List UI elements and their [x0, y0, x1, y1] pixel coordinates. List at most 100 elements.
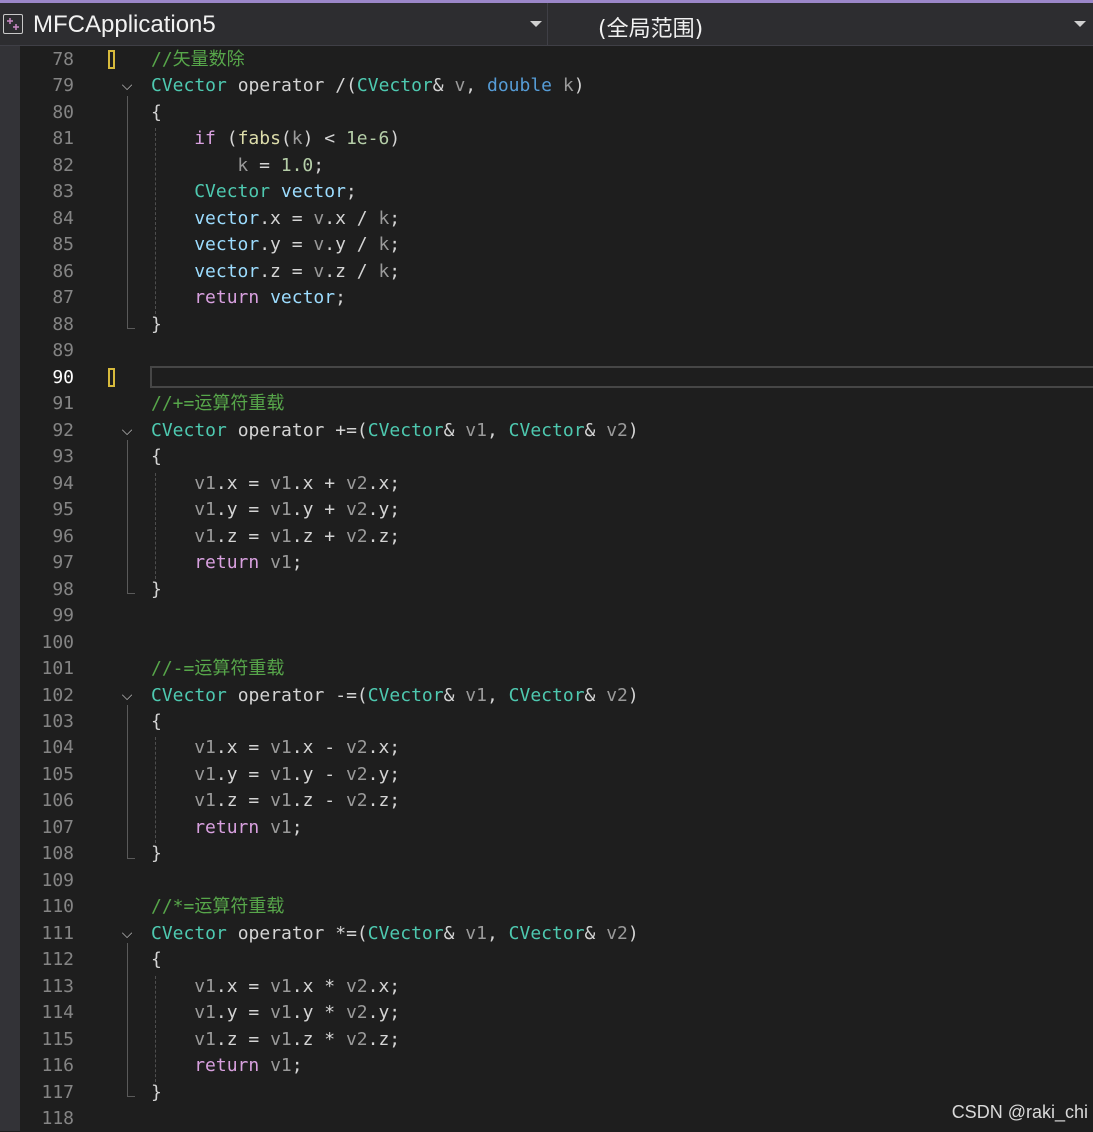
- code-line[interactable]: 96 v1.z = v1.z + v2.z;: [20, 524, 1093, 550]
- code-line[interactable]: 106 v1.z = v1.z - v2.z;: [20, 788, 1093, 814]
- scope-dropdown[interactable]: (全局范围): [558, 3, 1093, 45]
- code-token: v1: [194, 499, 216, 521]
- code-line[interactable]: 115 v1.z = v1.z * v2.z;: [20, 1027, 1093, 1053]
- code-token: .y =: [215, 499, 271, 521]
- line-number: 80: [52, 101, 74, 123]
- code-line[interactable]: 110 //*=运算符重载: [20, 894, 1093, 920]
- code-line[interactable]: 112 {: [20, 947, 1093, 973]
- code-text: //-=运算符重载: [151, 656, 284, 682]
- code-line[interactable]: 104 v1.x = v1.x - v2.x;: [20, 735, 1093, 761]
- code-line[interactable]: 80 {: [20, 100, 1093, 126]
- code-line[interactable]: 108}: [20, 841, 1093, 867]
- line-number: 107: [41, 816, 74, 838]
- code-line[interactable]: 82 k = 1.0;: [20, 153, 1093, 179]
- code-line[interactable]: 83 CVector vector;: [20, 179, 1093, 205]
- code-line[interactable]: 98}: [20, 577, 1093, 603]
- code-line[interactable]: 117}: [20, 1080, 1093, 1106]
- code-token: //*=运算符重载: [151, 896, 285, 918]
- code-token: v1: [270, 552, 292, 574]
- code-line[interactable]: 92 ⌵ CVector operator +=(CVector& v1, CVec…: [20, 418, 1093, 444]
- code-token: CVector: [356, 75, 433, 97]
- chevron-down-icon[interactable]: [530, 21, 542, 27]
- code-token: v1: [270, 499, 292, 521]
- code-token: v1: [270, 1002, 292, 1024]
- code-token: ,: [486, 684, 509, 706]
- code-line[interactable]: 103 {: [20, 709, 1093, 735]
- code-token: .z *: [291, 1028, 346, 1050]
- code-line[interactable]: 113 v1.x = v1.x * v2.x;: [20, 974, 1093, 1000]
- code-line[interactable]: 84 vector.x = v.x / k;: [20, 206, 1093, 232]
- code-line[interactable]: 94 v1.x = v1.x + v2.x;: [20, 471, 1093, 497]
- code-line[interactable]: 79 ⌵ CVector operator /(CVector& v, double…: [20, 73, 1093, 99]
- code-token: .z =: [215, 1028, 271, 1050]
- line-number: 104: [41, 737, 74, 759]
- line-number: 100: [41, 631, 74, 653]
- code-line[interactable]: 85 vector.y = v.y / k;: [20, 232, 1093, 258]
- line-number: 99: [52, 605, 74, 627]
- line-number: 87: [52, 287, 74, 309]
- code-text: {: [151, 100, 162, 126]
- code-line[interactable]: 100: [20, 630, 1093, 656]
- code-token: CVector: [508, 922, 585, 944]
- code-editor[interactable]: 78 //矢量数除 79 ⌵ CVector operator /(CVector& v…: [20, 46, 1093, 1131]
- code-line[interactable]: 95 v1.y = v1.y + v2.y;: [20, 497, 1093, 523]
- line-number: 91: [52, 393, 74, 415]
- code-token: 1e-6: [345, 128, 390, 150]
- code-line[interactable]: 97 return v1;: [20, 550, 1093, 576]
- code-text: v1.x = v1.x + v2.x;: [194, 471, 400, 497]
- code-line[interactable]: 101 //-=运算符重载: [20, 656, 1093, 682]
- code-token: //-=运算符重载: [151, 658, 285, 680]
- code-line[interactable]: 88}: [20, 312, 1093, 338]
- code-line[interactable]: 99: [20, 603, 1093, 629]
- code-token: v1: [465, 922, 487, 944]
- code-token: &: [443, 419, 466, 441]
- code-line[interactable]: 111 ⌵ CVector operator *=(CVector& v1, CVe…: [20, 921, 1093, 947]
- code-line[interactable]: 107 return v1;: [20, 815, 1093, 841]
- code-line[interactable]: 91 //+=运算符重载: [20, 391, 1093, 417]
- chevron-down-icon[interactable]: [1074, 21, 1086, 27]
- code-line[interactable]: 89: [20, 338, 1093, 364]
- code-line[interactable]: 81 if (fabs(k) < 1e-6): [20, 126, 1093, 152]
- code-token: .z =: [215, 790, 271, 812]
- code-token: .y;: [367, 1002, 401, 1024]
- code-line[interactable]: 78 //矢量数除: [20, 47, 1093, 73]
- code-token: CVector: [367, 419, 444, 441]
- code-line[interactable]: 114 v1.y = v1.y * v2.y;: [20, 1000, 1093, 1026]
- indent-guide: [155, 975, 156, 1082]
- code-token: CVector: [508, 419, 585, 441]
- code-line[interactable]: 87 return vector;: [20, 285, 1093, 311]
- code-text: //+=运算符重载: [151, 391, 284, 417]
- line-number: 115: [41, 1028, 74, 1050]
- code-token: v1: [194, 1002, 216, 1024]
- code-token: {: [151, 949, 162, 971]
- code-line[interactable]: 102 ⌵ CVector operator -=(CVector& v1, CVe…: [20, 683, 1093, 709]
- line-number: 98: [52, 578, 74, 600]
- line-number: 78: [52, 49, 74, 70]
- code-token: ;: [345, 181, 357, 203]
- code-line[interactable]: 86 vector.z = v.z / k;: [20, 259, 1093, 285]
- code-line-current[interactable]: 90: [20, 365, 1093, 391]
- code-token: (: [215, 128, 238, 150]
- indent-guide: [155, 128, 156, 314]
- code-text: v1.y = v1.y - v2.y;: [194, 762, 400, 788]
- code-line[interactable]: 109: [20, 868, 1093, 894]
- code-token: operator -=(: [226, 684, 368, 706]
- code-token: .x *: [291, 975, 346, 997]
- project-dropdown[interactable]: MFCApplication5: [0, 3, 548, 45]
- code-text: }: [151, 312, 162, 338]
- code-token: .z +: [291, 525, 346, 547]
- code-line[interactable]: 118: [20, 1106, 1093, 1132]
- code-line[interactable]: 116 return v1;: [20, 1053, 1093, 1079]
- change-marker: [108, 50, 115, 69]
- code-text: }: [151, 841, 162, 867]
- code-line[interactable]: 93 {: [20, 444, 1093, 470]
- fold-region-end: [127, 328, 135, 330]
- code-token: {: [151, 711, 162, 732]
- code-text: v1.z = v1.z - v2.z;: [194, 788, 400, 814]
- code-token: }: [151, 1081, 162, 1103]
- code-token: &: [584, 922, 607, 944]
- code-token: .x;: [367, 472, 401, 494]
- code-line[interactable]: 105 v1.y = v1.y - v2.y;: [20, 762, 1093, 788]
